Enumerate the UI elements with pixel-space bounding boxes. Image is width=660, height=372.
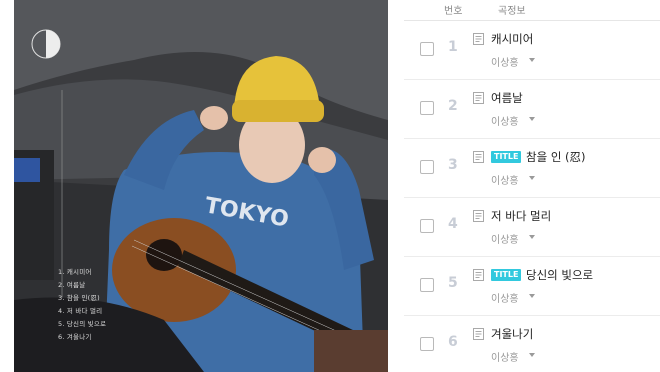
caret-down-icon[interactable] [528, 56, 536, 64]
lyrics-icon[interactable] [473, 269, 484, 281]
cover-track-5: 5. 당신의 빛으로 [58, 320, 107, 328]
track-checkbox-5[interactable] [420, 278, 434, 292]
song-title[interactable]: 여름날 [491, 90, 523, 106]
track-row-6[interactable]: 6 겨울나기 이상홍 [404, 316, 660, 372]
track-number: 4 [448, 216, 458, 232]
track-checkbox-2[interactable] [420, 101, 434, 115]
track-checkbox-6[interactable] [420, 337, 434, 351]
track-number: 2 [448, 98, 458, 114]
track-row-1[interactable]: 1 캐시미어 이상홍 [404, 21, 660, 80]
cover-track-4: 4. 저 바다 멀리 [58, 307, 103, 315]
cover-track-3: 3. 참을 인(忍) [58, 294, 100, 302]
cover-track-6: 6. 겨울나기 [58, 333, 92, 341]
track-number: 3 [448, 157, 458, 173]
track-list: 번호 곡정보 1 캐시미어 이상홍 2 여름날 이상홍 3 TITLE 참을 인… [404, 0, 660, 372]
cover-tracklist: 1. 캐시미어 2. 여름날 3. 참을 인(忍) 4. 저 바다 멀리 5. … [58, 266, 188, 344]
lyrics-icon[interactable] [473, 92, 484, 104]
lyrics-icon[interactable] [473, 210, 484, 222]
caret-down-icon[interactable] [528, 115, 536, 123]
header-number: 번호 [444, 6, 463, 17]
song-title[interactable]: 저 바다 멀리 [491, 208, 551, 224]
header-song-info: 곡정보 [498, 6, 526, 17]
track-checkbox-4[interactable] [420, 219, 434, 233]
caret-down-icon[interactable] [528, 292, 536, 300]
artist-name[interactable]: 이상홍 [491, 113, 519, 128]
track-checkbox-1[interactable] [420, 42, 434, 56]
song-title[interactable]: 참을 인 (忍) [526, 149, 586, 165]
artist-name[interactable]: 이상홍 [491, 290, 519, 305]
album-cover: TOKYO 1. 캐시미어 2. 여름날 3. 참을 인(忍) 4. 저 바다 … [14, 0, 388, 372]
cover-track-2: 2. 여름날 [58, 281, 86, 289]
track-checkbox-3[interactable] [420, 160, 434, 174]
song-title[interactable]: 캐시미어 [491, 31, 533, 47]
track-number: 5 [448, 275, 458, 291]
track-number: 6 [448, 334, 458, 350]
track-number: 1 [448, 39, 458, 55]
artist-name[interactable]: 이상홍 [491, 172, 519, 187]
track-row-3[interactable]: 3 TITLE 참을 인 (忍) 이상홍 [404, 139, 660, 198]
table-header: 번호 곡정보 [404, 0, 660, 22]
caret-down-icon[interactable] [528, 174, 536, 182]
lyrics-icon[interactable] [473, 151, 484, 163]
artist-name[interactable]: 이상홍 [491, 54, 519, 69]
caret-down-icon[interactable] [528, 351, 536, 359]
caret-down-icon[interactable] [528, 233, 536, 241]
song-title[interactable]: 겨울나기 [491, 326, 533, 342]
lyrics-icon[interactable] [473, 328, 484, 340]
track-row-2[interactable]: 2 여름날 이상홍 [404, 80, 660, 139]
cover-track-1: 1. 캐시미어 [58, 268, 92, 276]
title-track-badge: TITLE [491, 269, 522, 281]
artist-name[interactable]: 이상홍 [491, 349, 519, 364]
title-track-badge: TITLE [491, 151, 522, 163]
song-title[interactable]: 당신의 빛으로 [526, 267, 593, 283]
track-row-5[interactable]: 5 TITLE 당신의 빛으로 이상홍 [404, 257, 660, 316]
track-row-4[interactable]: 4 저 바다 멀리 이상홍 [404, 198, 660, 257]
artist-name[interactable]: 이상홍 [491, 231, 519, 246]
lyrics-icon[interactable] [473, 33, 484, 45]
